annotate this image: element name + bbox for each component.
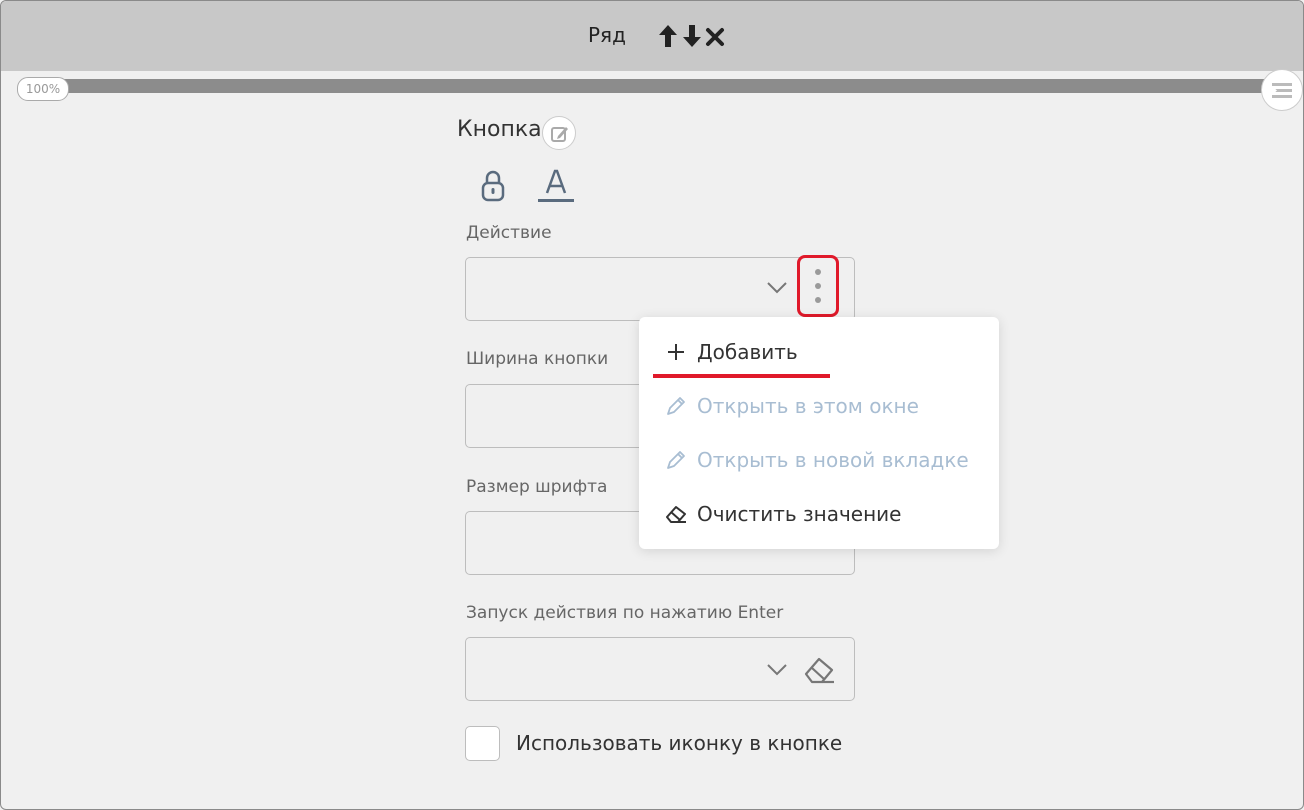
font-size-label: Размер шрифта bbox=[466, 477, 608, 497]
lock-icon[interactable] bbox=[479, 169, 507, 203]
header-title: Ряд bbox=[588, 23, 626, 47]
plus-icon bbox=[663, 339, 689, 365]
header-bar: Ряд bbox=[1, 1, 1303, 71]
edit-title-button[interactable] bbox=[542, 116, 576, 150]
pencil-icon bbox=[663, 447, 689, 473]
menu-item-open-here[interactable]: Открыть в этом окне bbox=[663, 393, 919, 419]
progress-bar bbox=[61, 79, 1269, 93]
button-width-label: Ширина кнопки bbox=[466, 349, 609, 369]
menu-item-label: Очистить значение bbox=[697, 502, 902, 526]
menu-item-open-new-tab[interactable]: Открыть в новой вкладке bbox=[663, 447, 969, 473]
menu-item-clear[interactable]: Очистить значение bbox=[663, 501, 901, 527]
zoom-badge[interactable]: 100% bbox=[17, 77, 69, 101]
panel-title: Кнопка bbox=[457, 117, 542, 142]
use-icon-label: Использовать иконку в кнопке bbox=[516, 731, 843, 755]
header-actions bbox=[657, 23, 725, 49]
eraser-icon bbox=[663, 501, 689, 527]
move-up-icon[interactable] bbox=[657, 23, 679, 49]
pencil-icon bbox=[663, 393, 689, 419]
highlight-underline bbox=[653, 374, 830, 378]
dot bbox=[815, 269, 821, 275]
action-label: Действие bbox=[466, 223, 552, 243]
dot bbox=[815, 283, 821, 289]
list-icon bbox=[1272, 83, 1292, 98]
panel-menu-button[interactable] bbox=[1261, 69, 1303, 111]
options-dropdown: Добавить Открыть в этом окне Открыть в н… bbox=[639, 317, 999, 549]
menu-item-label: Добавить bbox=[697, 340, 798, 364]
dot bbox=[815, 297, 821, 303]
eraser-icon[interactable] bbox=[802, 654, 836, 686]
menu-item-add[interactable]: Добавить bbox=[663, 339, 798, 365]
window-frame: Ряд 100% Кнопка Действие Ширина кнопки Р… bbox=[0, 0, 1304, 810]
menu-item-label: Открыть в новой вкладке bbox=[697, 448, 969, 472]
font-style-icon[interactable] bbox=[538, 167, 574, 205]
enter-action-select[interactable] bbox=[465, 637, 855, 701]
use-icon-checkbox[interactable] bbox=[465, 726, 500, 761]
delete-icon[interactable] bbox=[705, 23, 725, 49]
more-options-button[interactable] bbox=[797, 255, 839, 317]
chevron-down-icon[interactable] bbox=[766, 281, 788, 295]
enter-action-label: Запуск действия по нажатию Enter bbox=[466, 603, 784, 623]
menu-item-label: Открыть в этом окне bbox=[697, 394, 919, 418]
move-down-icon[interactable] bbox=[681, 23, 703, 49]
edit-icon bbox=[551, 127, 568, 142]
chevron-down-icon[interactable] bbox=[766, 663, 788, 677]
